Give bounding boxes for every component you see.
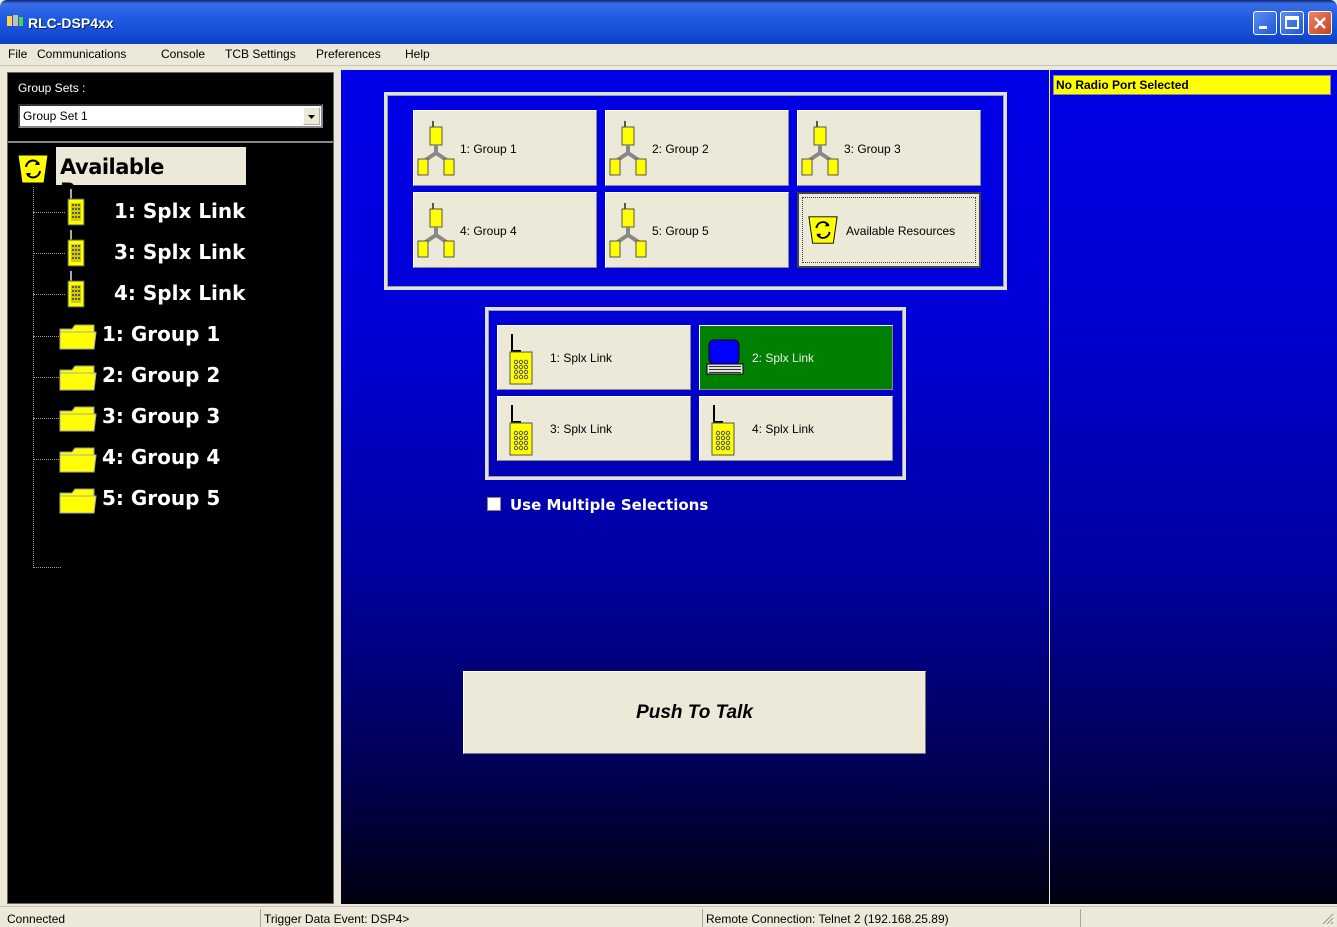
folder-icon <box>59 406 97 432</box>
group-radios-icon <box>417 121 455 176</box>
maximize-icon <box>1285 16 1299 29</box>
radio-icon <box>67 189 85 226</box>
tree-item-group-2[interactable]: 2: Group 2 <box>102 363 220 387</box>
status-connection: Connected <box>7 912 66 926</box>
center-panel: 1: Group 1 2: Group 2 3: Group 3 4: Grou… <box>341 70 1049 904</box>
tree-item-group-4[interactable]: 4: Group 4 <box>102 445 220 469</box>
tree-item-splx-link-1[interactable]: 1: Splx Link <box>114 199 245 223</box>
dropdown-arrow-icon[interactable] <box>303 107 320 125</box>
app-window: RLC-DSP4xx File Communications Console T… <box>0 0 1337 927</box>
portable-radio-icon <box>509 334 533 385</box>
group-button-label: 1: Group 1 <box>460 142 517 156</box>
portable-radio-icon <box>711 405 735 456</box>
push-to-talk-label: Push To Talk <box>636 702 753 723</box>
available-resources-button[interactable]: Available Resources <box>797 192 981 268</box>
resource-button-2[interactable]: 2: Splx Link <box>699 325 893 390</box>
folder-icon <box>59 324 97 350</box>
menu-communications[interactable]: Communications <box>37 47 126 61</box>
resize-grip-icon[interactable] <box>1320 911 1334 925</box>
group-button-label: 3: Group 3 <box>844 142 901 156</box>
group-button-5[interactable]: 5: Group 5 <box>605 192 789 268</box>
group-button-4[interactable]: 4: Group 4 <box>413 192 597 268</box>
group-radios-icon <box>609 121 647 176</box>
menu-console[interactable]: Console <box>161 47 205 61</box>
group-button-2[interactable]: 2: Group 2 <box>605 110 789 186</box>
group-button-label: Available Resources <box>846 224 956 238</box>
folder-icon <box>59 365 97 391</box>
tree-connector <box>33 253 65 254</box>
group-button-3[interactable]: 3: Group 3 <box>797 110 981 186</box>
minimize-button[interactable] <box>1253 11 1277 35</box>
folder-icon <box>59 488 97 514</box>
tree-root-available-resources[interactable]: Available Resources <box>56 147 246 203</box>
group-radios-icon <box>801 121 839 176</box>
group-button-1[interactable]: 1: Group 1 <box>413 110 597 186</box>
menu-file[interactable]: File <box>8 47 27 61</box>
tree-item-group-5[interactable]: 5: Group 5 <box>102 486 220 510</box>
group-sets-label: Group Sets : <box>18 81 86 95</box>
tree-connector <box>33 294 65 295</box>
status-bar: Connected Trigger Data Event: DSP4> Remo… <box>0 906 1337 927</box>
minimize-icon <box>1259 26 1267 29</box>
status-remote-connection: Remote Connection: Telnet 2 (192.168.25.… <box>702 909 1078 927</box>
right-panel: No Radio Port Selected <box>1050 70 1337 904</box>
available-resources-icon <box>808 216 838 244</box>
app-icon <box>7 15 23 26</box>
radio-port-status: No Radio Port Selected <box>1053 75 1331 95</box>
maximize-button[interactable] <box>1280 11 1304 35</box>
tree-item-group-3[interactable]: 3: Group 3 <box>102 404 220 428</box>
group-radios-icon <box>417 203 455 258</box>
status-trigger: Trigger Data Event: DSP4> <box>260 909 700 927</box>
tree-connector <box>33 377 61 378</box>
resource-tree[interactable]: Available Resources 1: Splx Link 3: Splx… <box>8 141 333 903</box>
tree-connector <box>33 336 61 337</box>
group-button-label: 4: Group 4 <box>460 224 517 238</box>
left-panel: Group Sets : Group Set 1 Available Resou… <box>7 72 334 904</box>
window-title: RLC-DSP4xx <box>28 15 114 31</box>
menu-bar: File Communications Console TCB Settings… <box>0 44 1337 66</box>
group-button-label: 2: Group 2 <box>652 142 709 156</box>
resource-button-label: 2: Splx Link <box>752 351 815 365</box>
tree-item-group-1[interactable]: 1: Group 1 <box>102 322 220 346</box>
push-to-talk-button[interactable]: Push To Talk <box>463 671 926 754</box>
radio-icon <box>67 230 85 267</box>
use-multiple-selections-label[interactable]: Use Multiple Selections <box>510 496 708 514</box>
radio-icon <box>67 271 85 308</box>
portable-radio-icon <box>509 405 533 456</box>
group-set-dropdown[interactable]: Group Set 1 <box>18 104 323 128</box>
menu-preferences[interactable]: Preferences <box>316 47 381 61</box>
title-bar[interactable]: RLC-DSP4xx <box>0 0 1337 44</box>
resource-button-label: 4: Splx Link <box>752 422 815 436</box>
resource-button-label: 3: Splx Link <box>550 422 613 436</box>
tree-connector <box>33 418 61 419</box>
group-set-value: Group Set 1 <box>23 109 88 123</box>
resource-button-3[interactable]: 3: Splx Link <box>497 396 691 461</box>
tree-item-splx-link-4[interactable]: 4: Splx Link <box>114 281 245 305</box>
group-radios-icon <box>609 203 647 258</box>
menu-help[interactable]: Help <box>405 47 430 61</box>
resource-button-1[interactable]: 1: Splx Link <box>497 325 691 390</box>
console-icon <box>706 339 744 375</box>
tree-connector <box>33 459 61 460</box>
resource-button-4[interactable]: 4: Splx Link <box>699 396 893 461</box>
status-empty-cell <box>1080 909 1320 927</box>
menu-tcb-settings[interactable]: TCB Settings <box>225 47 296 61</box>
tree-item-splx-link-3[interactable]: 3: Splx Link <box>114 240 245 264</box>
resource-button-label: 1: Splx Link <box>550 351 613 365</box>
close-button[interactable] <box>1308 11 1332 35</box>
tree-connector <box>33 212 65 213</box>
use-multiple-selections-checkbox[interactable] <box>487 497 501 511</box>
folder-icon <box>59 447 97 473</box>
close-icon <box>1314 17 1326 29</box>
available-resources-icon <box>17 154 49 184</box>
tree-connector <box>33 567 61 568</box>
group-button-label: 5: Group 5 <box>652 224 709 238</box>
